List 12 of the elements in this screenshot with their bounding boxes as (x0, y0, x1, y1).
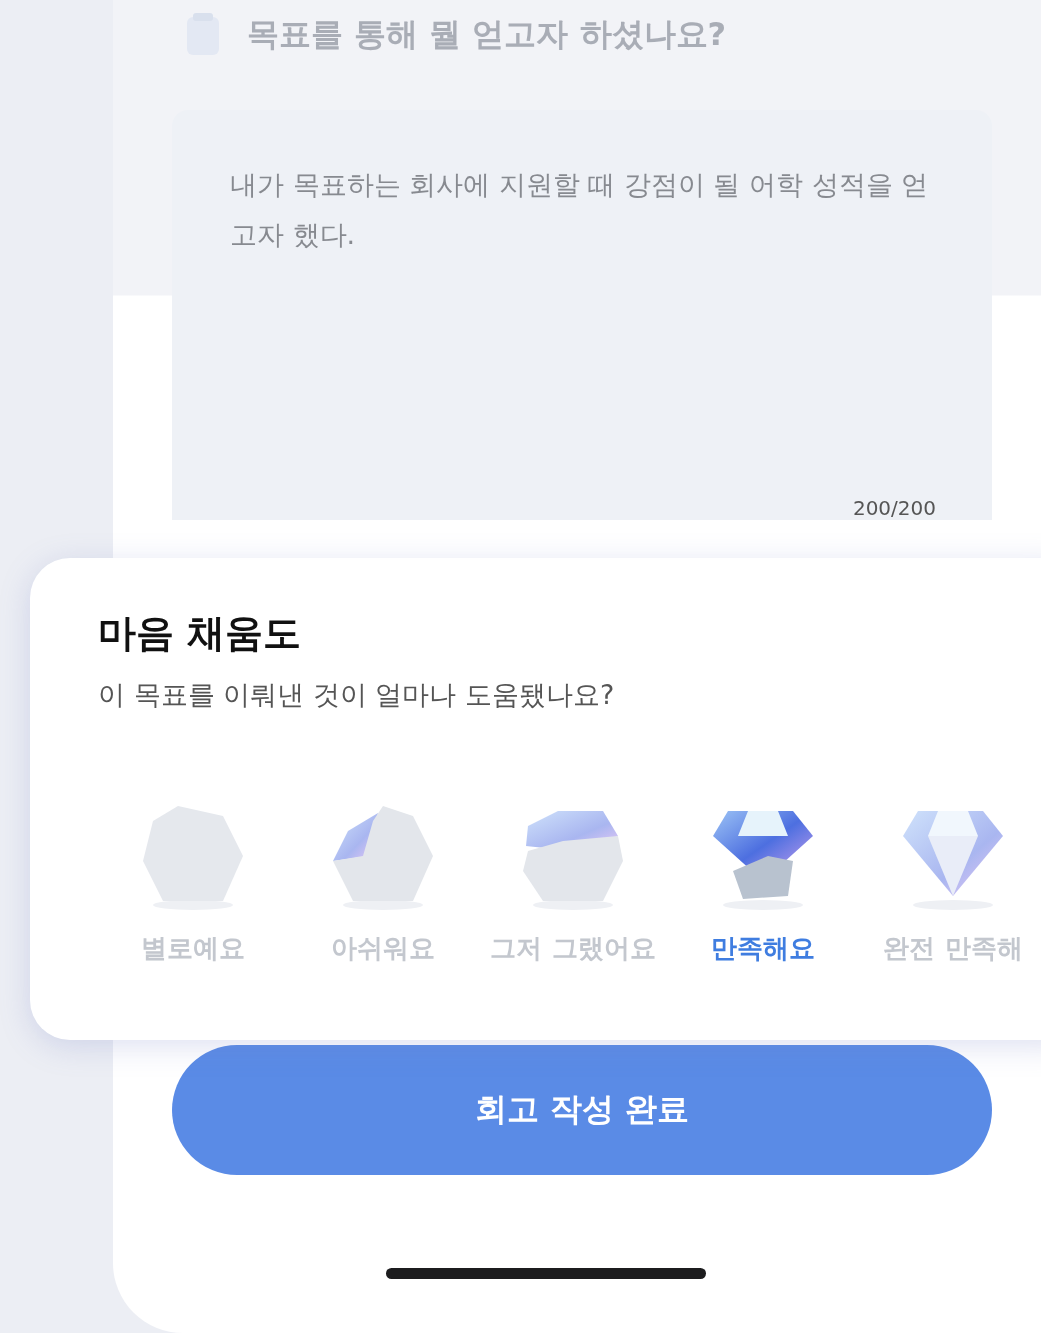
rating-option[interactable]: 그저 그랬어요 (478, 801, 668, 966)
rating-option[interactable]: 별로예요 (98, 801, 288, 966)
answer-text: 내가 목표하는 회사에 지원할 때 강점이 될 어학 성적을 얻고자 했다. (230, 168, 930, 252)
card-subtitle: 이 목표를 이뤄낸 것이 얼마나 도움됐나요? (98, 678, 616, 712)
submit-button[interactable]: 회고 작성 완료 (172, 1045, 992, 1175)
character-counter: 200/200 (852, 496, 936, 520)
answer-field[interactable]: 내가 목표하는 회사에 지원할 때 강점이 될 어학 성적을 얻고자 했다. 200/200 (172, 110, 992, 520)
card-title: 마음 채움도 (98, 610, 303, 657)
rating-option[interactable]: 완전 만족해 (858, 801, 1041, 966)
rating-option[interactable]: 아쉬워요 (288, 801, 478, 966)
question-title: 목표를 통해 뭘 얻고자 하셨나요? (247, 14, 727, 55)
rating-option[interactable]: 만족해요 (668, 801, 858, 966)
